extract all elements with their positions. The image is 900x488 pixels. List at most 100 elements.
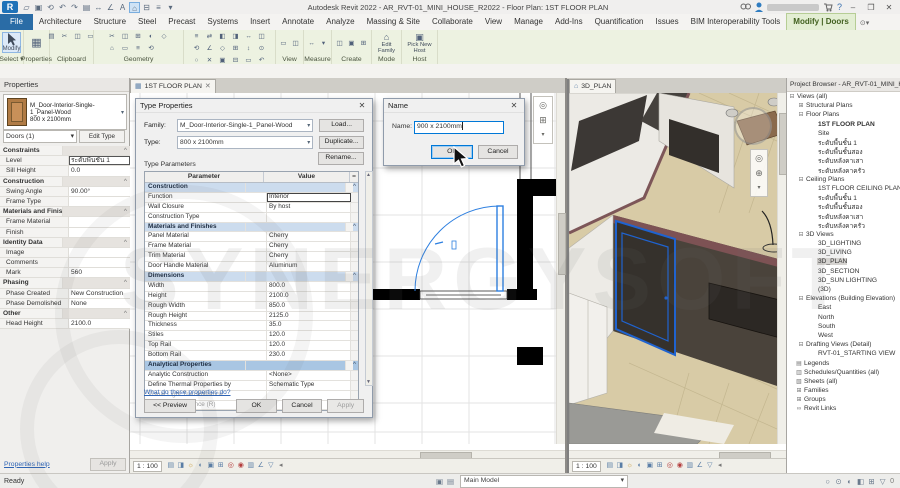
pin-icon[interactable]: ⊙ — [257, 44, 267, 53]
sync-icon[interactable]: ⟲ — [45, 2, 56, 13]
Add-Ins-icon[interactable]: Add-Ins — [549, 14, 589, 30]
tab-3d-plan[interactable]: ⌂ 3D_PLAN — [569, 79, 616, 93]
tree-item[interactable]: East — [787, 303, 900, 312]
name-dialog-titlebar[interactable]: Name ✕ — [384, 99, 524, 113]
properties-palette-icon[interactable]: ▦ — [29, 36, 45, 50]
type-selector[interactable]: M_Door-Interior-Single-1_Panel-Wood 800 … — [3, 94, 127, 130]
tree-item[interactable]: Site — [787, 129, 900, 138]
apply-button[interactable]: Apply — [90, 458, 126, 471]
tree-item[interactable]: ▤ Legends — [787, 358, 900, 367]
tree-item[interactable]: (3D) — [787, 285, 900, 294]
Quantification-icon[interactable]: Quantification — [589, 14, 650, 30]
tree-item[interactable]: 3D_SUN LIGHTING — [787, 276, 900, 285]
type-dialog-titlebar[interactable]: Type Properties ✕ — [136, 99, 372, 113]
tree-item[interactable]: ⊞ Families — [787, 386, 900, 395]
collapse-bar-icon[interactable]: ◂ — [715, 461, 725, 471]
navbar-more-3d-icon[interactable]: ▾ — [753, 182, 765, 194]
tree-item[interactable]: West — [787, 331, 900, 340]
visual-style-icon[interactable]: ◨ — [176, 461, 186, 471]
tree-item[interactable]: ⊟ Drafting Views (Detail) — [787, 340, 900, 349]
select-links-icon[interactable]: ○ — [822, 477, 833, 486]
switch-windows-icon[interactable]: ◫ — [291, 39, 301, 48]
reveal-constraints-icon[interactable]: ▽ — [266, 461, 276, 471]
text-icon[interactable]: A — [117, 2, 128, 13]
design-options-icon[interactable]: ▤ — [445, 477, 456, 486]
user-avatar-icon[interactable] — [755, 2, 763, 12]
measure-icon[interactable]: ↔ — [93, 2, 104, 13]
reveal-constraints-icon[interactable]: ▽ — [705, 461, 715, 471]
move-icon[interactable]: ↔ — [244, 32, 254, 41]
tree-toggle-icon[interactable]: ⊟ — [797, 341, 805, 348]
tree-item[interactable]: ⊟ Ceiling Plans — [787, 175, 900, 184]
name-input[interactable]: 900 x 2100mm — [414, 121, 504, 134]
mirror-pick-icon[interactable]: ◨ — [231, 32, 241, 41]
scroll-down-icon[interactable]: ▼ — [366, 379, 371, 385]
tree-item[interactable]: ⊟ Floor Plans — [787, 110, 900, 119]
tree-item[interactable]: ระดับหลังคาเสา — [787, 211, 900, 220]
preview-button[interactable]: << Preview — [144, 399, 196, 413]
tree-toggle-icon[interactable]: ⊟ — [797, 231, 805, 238]
duplicate-button[interactable]: Duplicate... — [319, 136, 364, 149]
selected-door-symbol[interactable] — [415, 206, 503, 291]
tree-toggle-icon[interactable]: ⊟ — [797, 295, 805, 302]
tree-item[interactable]: RVT-01_STARTING VIEW — [787, 349, 900, 358]
tree-item[interactable]: ⊞ Groups — [787, 395, 900, 404]
Annotate-icon[interactable]: Annotate — [276, 14, 320, 30]
temporary-view-properties-icon[interactable]: ▥ — [685, 461, 695, 471]
family-combo[interactable]: M_Door-Interior-Single-1_Panel-Wood▾ — [177, 119, 313, 132]
tree-toggle-icon[interactable]: ▥ — [795, 369, 803, 376]
select-underlay-icon[interactable]: ◐ — [844, 477, 855, 486]
ok-button[interactable]: OK — [236, 399, 277, 413]
project-browser-title[interactable]: Project Browser - AR_RVT-01_MINI_HOU... — [787, 78, 900, 92]
tree-item[interactable]: ระดับหลังคาเสา — [787, 156, 900, 165]
tree-item[interactable]: ▧ Sheets (all) — [787, 377, 900, 386]
Modify | Doors-icon[interactable]: Modify | Doors — [786, 13, 856, 30]
Issues-icon[interactable]: Issues — [650, 14, 685, 30]
thin-lines-icon[interactable]: ≡ — [153, 2, 164, 13]
user-name[interactable] — [767, 4, 819, 11]
demolish-icon[interactable]: ⌂ — [107, 44, 117, 53]
tree-toggle-icon[interactable]: ⊟ — [797, 176, 805, 183]
temporary-view-properties-icon[interactable]: ▥ — [246, 461, 256, 471]
Analyze-icon[interactable]: Analyze — [320, 14, 360, 30]
tree-item[interactable]: ▥ Schedules/Quantities (all) — [787, 368, 900, 377]
close-button[interactable]: ✕ — [882, 2, 896, 13]
aligned-dimension-icon[interactable]: ∠ — [105, 2, 116, 13]
tree-toggle-icon[interactable]: ⊞ — [795, 396, 803, 403]
select-pinned-icon[interactable]: ⊙ — [833, 477, 844, 486]
paint-icon[interactable]: ◐ — [146, 32, 156, 41]
Architecture-icon[interactable]: Architecture — [33, 14, 88, 30]
tree-item[interactable]: 3D_LIVING — [787, 248, 900, 257]
show-crop-region-icon[interactable]: ⊞ — [655, 461, 665, 471]
BIM Interoperability Tools-icon[interactable]: BIM Interoperability Tools — [685, 14, 787, 30]
tree-toggle-icon[interactable]: ∞ — [795, 406, 803, 412]
copy-to-clipboard-icon[interactable]: ◫ — [73, 32, 83, 41]
mirror-axis-icon[interactable]: ◧ — [218, 32, 228, 41]
tree-item[interactable]: ⊞ Structural Plans — [787, 101, 900, 110]
tree-item[interactable]: ระดับหลังคาครัว — [787, 221, 900, 230]
paste-icon[interactable]: ▤ — [47, 32, 57, 41]
sun-path-icon[interactable]: ☼ — [625, 461, 635, 471]
tree-item[interactable]: ⊟ Elevations (Building Elevation) — [787, 294, 900, 303]
crop-view-icon[interactable]: ▣ — [206, 461, 216, 471]
edit-type-button[interactable]: Edit Type — [79, 130, 125, 143]
temporary-hide-isolate-icon[interactable]: ◎ — [226, 461, 236, 471]
tree-toggle-icon[interactable]: ▧ — [795, 378, 803, 385]
tree-item[interactable]: ระดับหลังคาครัว — [787, 166, 900, 175]
measure-length-icon[interactable]: ↔ — [307, 39, 317, 48]
tree-item[interactable]: ระดับพื้นชั้นสอง — [787, 147, 900, 156]
View-icon[interactable]: View — [479, 14, 508, 30]
zoom-icon[interactable]: ⊞ — [537, 114, 549, 126]
temporary-hide-isolate-icon[interactable]: ◎ — [665, 461, 675, 471]
scale-icon[interactable]: ↕ — [244, 44, 254, 53]
trim-extend-icon[interactable]: ∠ — [205, 44, 215, 53]
search-icon[interactable] — [740, 3, 751, 12]
Structure-icon[interactable]: Structure — [88, 14, 132, 30]
Massing & Site-icon[interactable]: Massing & Site — [361, 14, 426, 30]
type-selector-dropdown-icon[interactable]: ▾ — [119, 109, 126, 116]
Manage-icon[interactable]: Manage — [508, 14, 549, 30]
visual-style-icon[interactable]: ◨ — [615, 461, 625, 471]
Collaborate-icon[interactable]: Collaborate — [426, 14, 479, 30]
reveal-hidden-elements-icon[interactable]: ◉ — [675, 461, 685, 471]
restore-button[interactable]: ❐ — [864, 2, 878, 13]
